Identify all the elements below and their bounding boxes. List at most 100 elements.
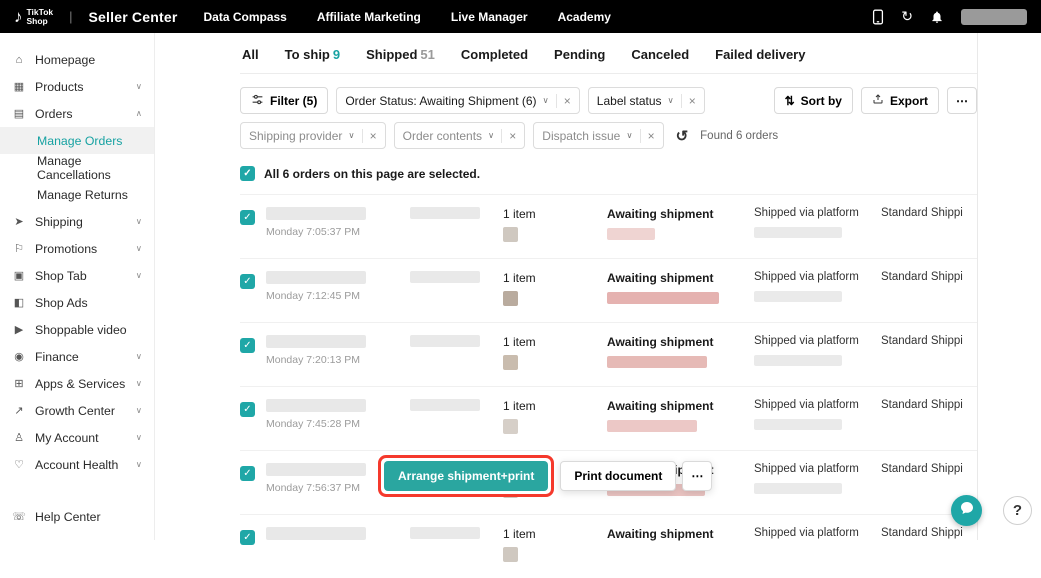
sidebar-item-label: My Account — [35, 431, 99, 445]
tab-to-ship[interactable]: To ship9 — [285, 47, 341, 73]
sidebar-item-shop-ads[interactable]: ◧ Shop Ads — [0, 289, 154, 316]
product-thumbnail — [503, 547, 518, 562]
video-icon: ▶ — [12, 323, 26, 336]
product-name-redacted — [410, 335, 480, 347]
sidebar-item-shop-tab[interactable]: ▣ Shop Tab ∨ — [0, 262, 154, 289]
product-name-redacted — [410, 207, 480, 219]
sidebar-item-finance[interactable]: ◉ Finance ∨ — [0, 343, 154, 370]
sidebar-item-apps-services[interactable]: ⊞ Apps & Services ∨ — [0, 370, 154, 397]
sidebar-item-homepage[interactable]: ⌂ Homepage — [0, 46, 154, 73]
carrier-redacted — [754, 419, 842, 430]
help-icon: ☏ — [12, 510, 26, 523]
shop-tab-icon: ▣ — [12, 269, 26, 282]
shipping-option: Standard Shippi — [881, 207, 977, 258]
sidebar-item-help-center[interactable]: ☏ Help Center — [0, 503, 154, 530]
filter-chip-dispatch-issue[interactable]: Dispatch issue ∨ × — [533, 122, 663, 149]
sidebar-item-label: Shipping — [35, 215, 83, 229]
tab-pending[interactable]: Pending — [554, 47, 605, 73]
tab-canceled[interactable]: Canceled — [631, 47, 689, 73]
notifications-bell-icon[interactable] — [930, 10, 944, 24]
sidebar-item-label: Account Health — [35, 458, 118, 472]
nav-live-manager[interactable]: Live Manager — [451, 10, 528, 24]
carrier-redacted — [754, 227, 842, 238]
sidebar-item-shoppable-video[interactable]: ▶ Shoppable video — [0, 316, 154, 343]
filter-icon — [251, 93, 264, 109]
more-options-button[interactable]: ⋯ — [947, 87, 977, 114]
close-icon[interactable]: × — [681, 94, 696, 108]
nav-academy[interactable]: Academy — [558, 10, 611, 24]
sidebar-item-promotions[interactable]: ⚐ Promotions ∨ — [0, 235, 154, 262]
chevron-down-icon: ∨ — [136, 216, 142, 227]
tab-all[interactable]: All — [242, 47, 259, 73]
sidebar-item-my-account[interactable]: ♙ My Account ∨ — [0, 424, 154, 451]
filter-chip-order-contents[interactable]: Order contents ∨ × — [394, 122, 526, 149]
sidebar-item-label: Manage Returns — [37, 188, 128, 202]
sidebar-item-manage-orders[interactable]: Manage Orders — [0, 127, 154, 154]
order-id-redacted — [266, 463, 366, 476]
product-thumbnail — [503, 355, 518, 370]
tab-failed-delivery[interactable]: Failed delivery — [715, 47, 805, 73]
filter-button[interactable]: Filter (5) — [240, 87, 328, 114]
close-icon[interactable]: × — [556, 94, 571, 108]
sync-icon[interactable]: ↻ — [901, 8, 913, 25]
close-icon[interactable]: × — [640, 129, 655, 143]
filter-chip-label-status[interactable]: Label status ∨ × — [588, 87, 705, 114]
finance-icon: ◉ — [12, 350, 26, 363]
nav-data-compass[interactable]: Data Compass — [203, 10, 286, 24]
chat-support-button[interactable] — [951, 495, 982, 526]
print-document-button[interactable]: Print document — [560, 461, 676, 491]
order-timestamp: Monday 7:05:37 PM — [266, 226, 410, 238]
sidebar-item-orders[interactable]: ▤ Orders ∧ — [0, 100, 154, 127]
sidebar-item-account-health[interactable]: ♡ Account Health ∨ — [0, 451, 154, 478]
order-row: ✓ Monday 7:05:37 PM 1 item Awaiting ship… — [240, 194, 977, 258]
row-checkbox[interactable]: ✓ — [240, 274, 255, 289]
order-status: Awaiting shipment — [607, 207, 754, 221]
export-button[interactable]: Export — [861, 87, 939, 114]
sidebar-item-label: Homepage — [35, 53, 95, 67]
tiktok-shop-logo[interactable]: ♪ TikTok Shop — [14, 8, 53, 26]
account-menu-redacted[interactable] — [961, 9, 1027, 25]
select-all-label: All 6 orders on this page are selected. — [264, 167, 480, 181]
order-id-redacted — [266, 207, 366, 220]
carrier-redacted — [754, 291, 842, 302]
sidebar: ⌂ Homepage ▦ Products ∨ ▤ Orders ∧ Manag… — [0, 33, 155, 540]
row-checkbox[interactable]: ✓ — [240, 466, 255, 481]
sort-by-button[interactable]: ⇅ Sort by — [774, 87, 853, 114]
sidebar-item-label: Orders — [35, 107, 73, 121]
filter-chip-order-status[interactable]: Order Status: Awaiting Shipment (6) ∨ × — [336, 87, 579, 114]
row-more-options-button[interactable]: ⋯ — [682, 461, 712, 491]
filter-chip-shipping-provider[interactable]: Shipping provider ∨ × — [240, 122, 386, 149]
product-thumbnail — [503, 419, 518, 434]
item-count: 1 item — [503, 271, 536, 285]
sidebar-item-growth-center[interactable]: ↗ Growth Center ∨ — [0, 397, 154, 424]
shipped-via: Shipped via platform — [754, 463, 859, 475]
more-options-icon: ⋯ — [956, 94, 968, 108]
row-checkbox[interactable]: ✓ — [240, 210, 255, 225]
shipped-via: Shipped via platform — [754, 207, 859, 219]
tab-shipped[interactable]: Shipped51 — [366, 47, 435, 73]
help-button[interactable]: ? — [1003, 496, 1032, 525]
shipped-via: Shipped via platform — [754, 527, 859, 539]
sidebar-item-manage-cancellations[interactable]: Manage Cancellations — [0, 154, 154, 181]
tab-completed[interactable]: Completed — [461, 47, 528, 73]
chevron-down-icon: ∨ — [626, 130, 632, 141]
carrier-redacted — [754, 483, 842, 494]
sidebar-item-label: Apps & Services — [35, 377, 125, 391]
arrange-shipment-print-button[interactable]: Arrange shipment+print — [384, 461, 548, 491]
nav-affiliate-marketing[interactable]: Affiliate Marketing — [317, 10, 421, 24]
select-all-checkbox[interactable]: ✓ — [240, 166, 255, 181]
close-icon[interactable]: × — [501, 129, 516, 143]
reset-filters-icon[interactable]: ↺ — [676, 127, 689, 145]
close-icon[interactable]: × — [362, 129, 377, 143]
chevron-down-icon: ∨ — [488, 130, 494, 141]
mobile-app-icon[interactable] — [872, 9, 884, 25]
sidebar-item-shipping[interactable]: ➤ Shipping ∨ — [0, 208, 154, 235]
row-checkbox[interactable]: ✓ — [240, 402, 255, 417]
row-checkbox[interactable]: ✓ — [240, 338, 255, 353]
chevron-down-icon: ∨ — [136, 459, 142, 470]
order-status: Awaiting shipment — [607, 527, 754, 541]
row-checkbox[interactable]: ✓ — [240, 530, 255, 545]
sidebar-item-manage-returns[interactable]: Manage Returns — [0, 181, 154, 208]
order-timestamp: Monday 7:45:28 PM — [266, 418, 410, 430]
sidebar-item-products[interactable]: ▦ Products ∨ — [0, 73, 154, 100]
